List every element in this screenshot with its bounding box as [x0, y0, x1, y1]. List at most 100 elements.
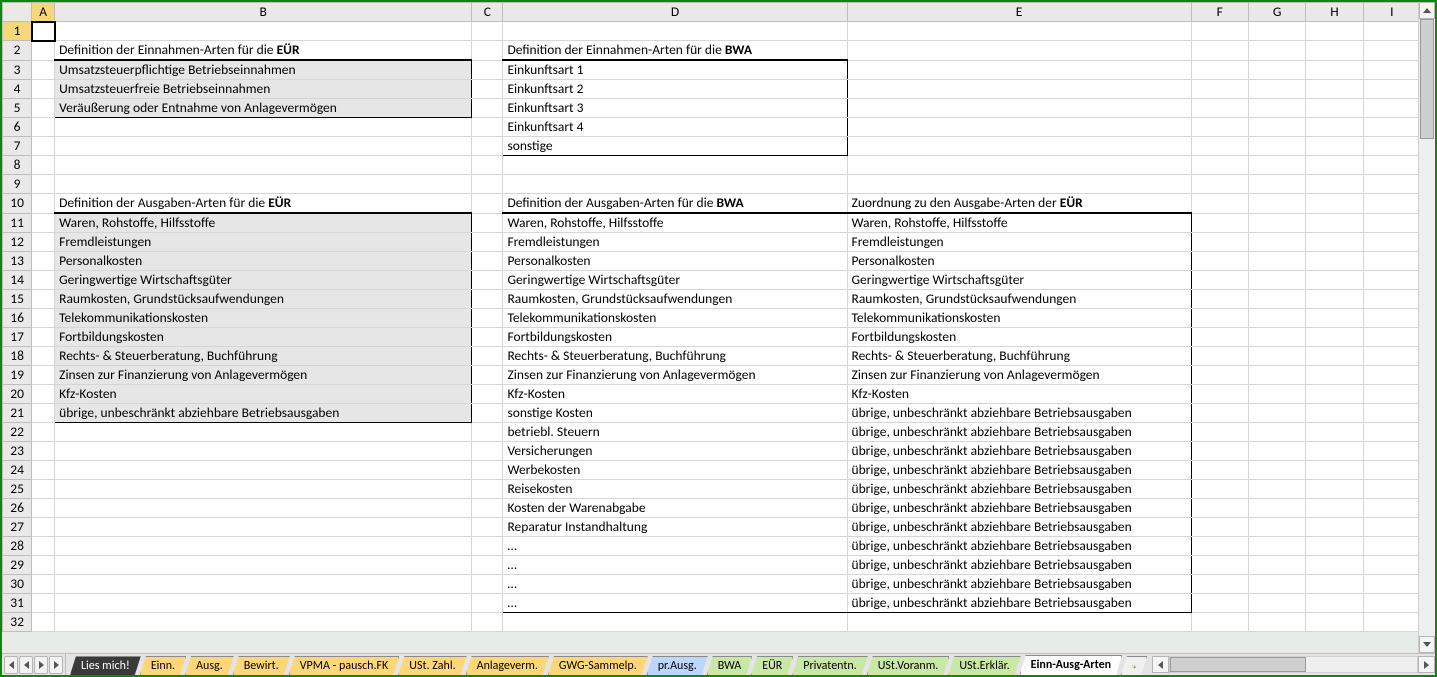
sheet-tab[interactable]: EÜR [751, 656, 793, 675]
cell-H23[interactable] [1306, 442, 1363, 461]
vscroll-track[interactable] [1419, 19, 1435, 636]
cell-I23[interactable] [1363, 442, 1420, 461]
cell-B28[interactable] [55, 537, 472, 556]
cell-B20[interactable]: Kfz-Kosten [55, 385, 472, 404]
sheet-tab[interactable]: USt. Zahl. [398, 656, 466, 675]
cell-H13[interactable] [1306, 252, 1363, 271]
cell-H29[interactable] [1306, 556, 1363, 575]
cell-A13[interactable] [32, 252, 55, 271]
cell-A16[interactable] [32, 309, 55, 328]
row-header[interactable]: 4 [3, 80, 32, 99]
cell-I11[interactable] [1363, 213, 1420, 233]
cell-A31[interactable] [32, 594, 55, 613]
sheet-tab[interactable]: Einn. [140, 656, 186, 675]
cell-I13[interactable] [1363, 252, 1420, 271]
cell-C7[interactable] [472, 137, 503, 156]
cell-F6[interactable] [1191, 118, 1248, 137]
cell-D30[interactable]: … [503, 575, 847, 594]
cell-E19[interactable]: Zinsen zur Finanzierung von Anlagevermög… [847, 366, 1191, 385]
cell-H18[interactable] [1306, 347, 1363, 366]
row-header[interactable]: 21 [3, 404, 32, 423]
cell-A30[interactable] [32, 575, 55, 594]
sheet-tab[interactable]: pr.Ausg. [647, 656, 708, 675]
cell-H15[interactable] [1306, 290, 1363, 309]
cell-D8[interactable] [503, 156, 847, 175]
cell-H19[interactable] [1306, 366, 1363, 385]
cell-E26[interactable]: übrige, unbeschränkt abziehbare Betriebs… [847, 499, 1191, 518]
cell-A17[interactable] [32, 328, 55, 347]
cell-E14[interactable]: Geringwertige Wirtschaftsgüter [847, 271, 1191, 290]
cell-H27[interactable] [1306, 518, 1363, 537]
cell-C15[interactable] [472, 290, 503, 309]
col-header-F[interactable]: F [1191, 3, 1248, 22]
cell-D1[interactable] [503, 22, 847, 41]
cell-C31[interactable] [472, 594, 503, 613]
cell-E18[interactable]: Rechts- & Steuerberatung, Buchführung [847, 347, 1191, 366]
cell-B14[interactable]: Geringwertige Wirtschaftsgüter [55, 271, 472, 290]
vscroll-thumb[interactable] [1420, 19, 1434, 139]
cell-I12[interactable] [1363, 233, 1420, 252]
row-header[interactable]: 30 [3, 575, 32, 594]
cell-G32[interactable] [1248, 613, 1305, 632]
cell-B31[interactable] [55, 594, 472, 613]
row-header[interactable]: 20 [3, 385, 32, 404]
scroll-left-button[interactable] [1152, 656, 1169, 673]
cell-A11[interactable] [32, 213, 55, 233]
cell-B21[interactable]: übrige, unbeschränkt abziehbare Betriebs… [55, 404, 472, 423]
cell-I19[interactable] [1363, 366, 1420, 385]
sheet-tab[interactable]: USt.Erklär. [948, 656, 1020, 675]
cell-A24[interactable] [32, 461, 55, 480]
cell-F4[interactable] [1191, 80, 1248, 99]
cell-F9[interactable] [1191, 175, 1248, 194]
cell-C29[interactable] [472, 556, 503, 575]
col-header-D[interactable]: D [503, 3, 847, 22]
cell-C4[interactable] [472, 80, 503, 99]
cell-D2[interactable]: Definition der Einnahmen-Arten für die B… [503, 41, 847, 61]
cell-F1[interactable] [1191, 22, 1248, 41]
cell-I27[interactable] [1363, 518, 1420, 537]
cell-I21[interactable] [1363, 404, 1420, 423]
cell-E7[interactable] [847, 137, 1191, 156]
cell-E8[interactable] [847, 156, 1191, 175]
cell-E15[interactable]: Raumkosten, Grundstücksaufwendungen [847, 290, 1191, 309]
cell-D14[interactable]: Geringwertige Wirtschaftsgüter [503, 271, 847, 290]
cell-B22[interactable] [55, 423, 472, 442]
cell-G14[interactable] [1248, 271, 1305, 290]
cell-D13[interactable]: Personalkosten [503, 252, 847, 271]
cell-G15[interactable] [1248, 290, 1305, 309]
hscroll-thumb[interactable] [1170, 657, 1306, 672]
cell-A18[interactable] [32, 347, 55, 366]
row-header[interactable]: 13 [3, 252, 32, 271]
cell-H14[interactable] [1306, 271, 1363, 290]
row-header[interactable]: 26 [3, 499, 32, 518]
cell-G1[interactable] [1248, 22, 1305, 41]
cell-E4[interactable] [847, 80, 1191, 99]
cell-H21[interactable] [1306, 404, 1363, 423]
row-header[interactable]: 23 [3, 442, 32, 461]
cell-H28[interactable] [1306, 537, 1363, 556]
cell-C23[interactable] [472, 442, 503, 461]
cell-D15[interactable]: Raumkosten, Grundstücksaufwendungen [503, 290, 847, 309]
cell-A3[interactable] [32, 60, 55, 80]
sheet-tab[interactable]: Einn-Ausg-Arten [1020, 655, 1122, 675]
row-header[interactable]: 3 [3, 60, 32, 80]
sheet-tab[interactable]: Bewirt. [233, 656, 290, 675]
cell-F31[interactable] [1191, 594, 1248, 613]
cell-F20[interactable] [1191, 385, 1248, 404]
cell-C18[interactable] [472, 347, 503, 366]
cell-H20[interactable] [1306, 385, 1363, 404]
cell-H6[interactable] [1306, 118, 1363, 137]
cell-E11[interactable]: Waren, Rohstoffe, Hilfsstoffe [847, 213, 1191, 233]
tab-nav-last[interactable] [49, 656, 63, 674]
cell-B26[interactable] [55, 499, 472, 518]
cell-B7[interactable] [55, 137, 472, 156]
row-header[interactable]: 18 [3, 347, 32, 366]
cell-F11[interactable] [1191, 213, 1248, 233]
cell-F8[interactable] [1191, 156, 1248, 175]
cell-I4[interactable] [1363, 80, 1420, 99]
tab-nav-prev[interactable] [19, 656, 33, 674]
cell-B5[interactable]: Veräußerung oder Entnahme von Anlageverm… [55, 99, 472, 118]
cell-B19[interactable]: Zinsen zur Finanzierung von Anlagevermög… [55, 366, 472, 385]
cell-B32[interactable] [55, 613, 472, 632]
cell-G31[interactable] [1248, 594, 1305, 613]
